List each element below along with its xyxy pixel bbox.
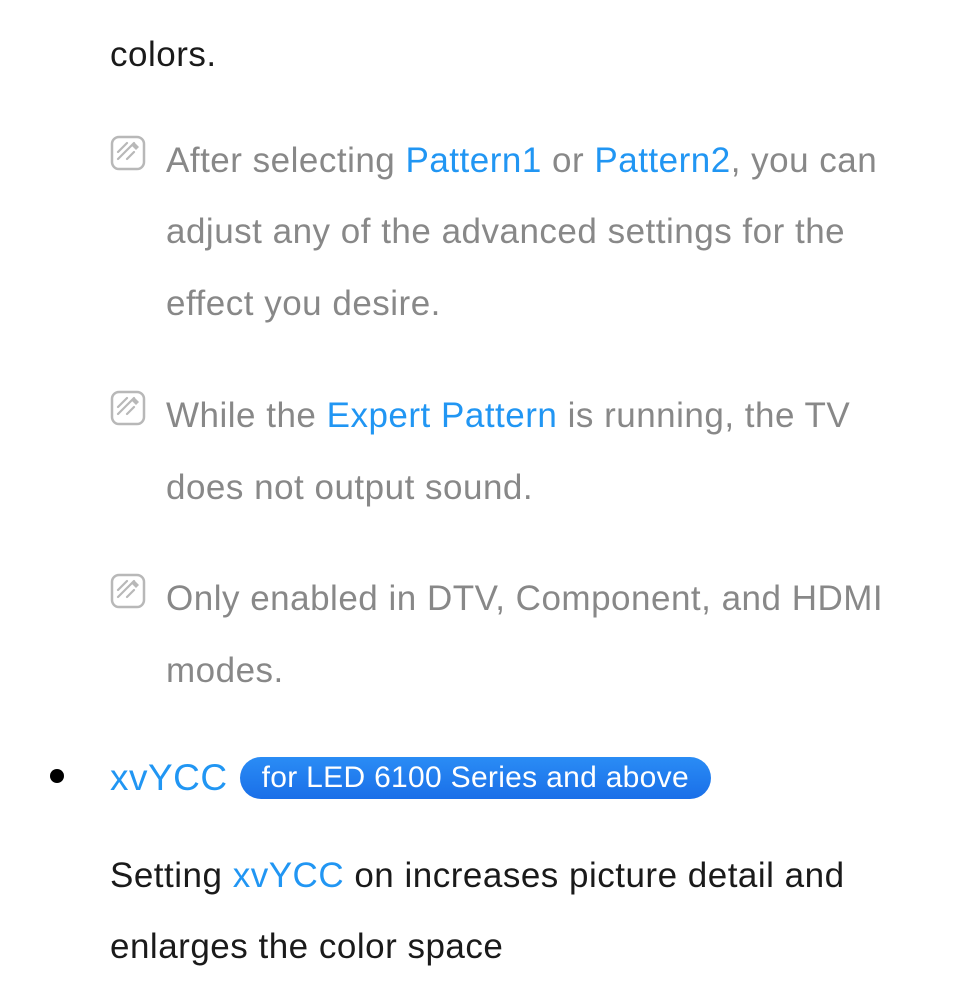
section-title-xvycc: xvYCC <box>110 747 228 810</box>
bullet-marker <box>50 769 64 783</box>
highlight-expert-pattern: Expert Pattern <box>327 396 558 435</box>
note-text: While the Expert Pattern is running, the… <box>166 380 914 524</box>
bullet-content: xvYCC for LED 6100 Series and above <box>110 747 914 810</box>
note-icon <box>110 135 146 171</box>
note-text: After selecting Pattern1 or Pattern2, yo… <box>166 125 914 340</box>
model-pill: for LED 6100 Series and above <box>240 757 711 800</box>
note-text: Only enabled in DTV, Component, and HDMI… <box>166 563 914 707</box>
highlight-xvycc-inline: xvYCC <box>233 856 344 895</box>
note-item: After selecting Pattern1 or Pattern2, yo… <box>110 125 914 340</box>
page-content: colors. After selecting Pattern1 or Patt… <box>0 0 954 983</box>
highlight-pattern2: Pattern2 <box>594 141 730 180</box>
section-body: Setting xvYCC on increases picture detai… <box>110 840 914 983</box>
section-heading: xvYCC for LED 6100 Series and above <box>110 747 914 810</box>
note-item: Only enabled in DTV, Component, and HDMI… <box>110 563 914 707</box>
bullet-section: xvYCC for LED 6100 Series and above <box>40 747 914 810</box>
note-icon <box>110 390 146 426</box>
note-item: While the Expert Pattern is running, the… <box>110 380 914 524</box>
fragment-text-top: colors. <box>110 25 914 85</box>
note-icon <box>110 573 146 609</box>
note-list: After selecting Pattern1 or Pattern2, yo… <box>110 125 914 707</box>
highlight-pattern1: Pattern1 <box>406 141 542 180</box>
